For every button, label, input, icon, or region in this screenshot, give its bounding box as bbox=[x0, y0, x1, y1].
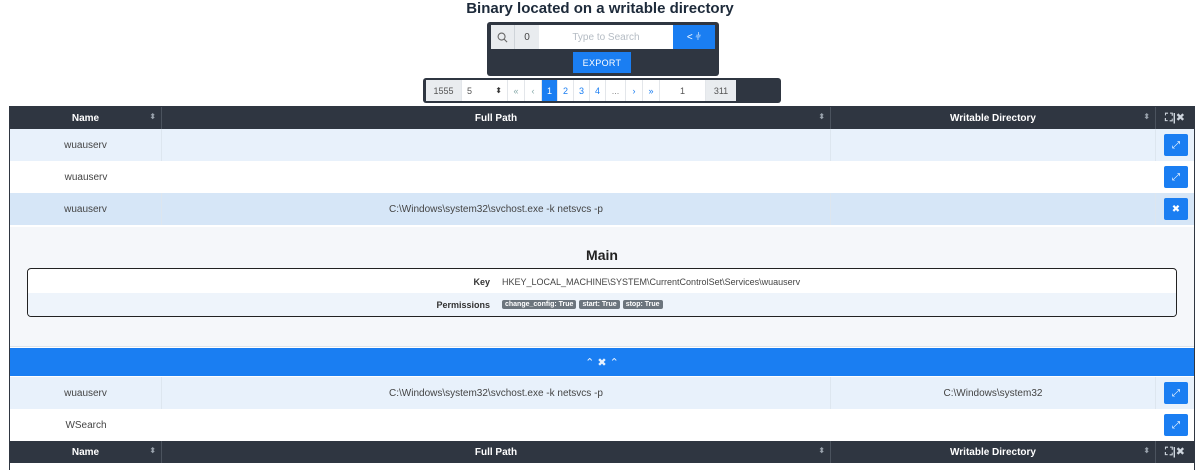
expand-row-button[interactable]: ⤢ bbox=[1164, 414, 1188, 436]
cell-full-path bbox=[162, 161, 831, 193]
cell-writable-directory bbox=[831, 161, 1156, 193]
detail-key-value: HKEY_LOCAL_MACHINE\SYSTEM\CurrentControl… bbox=[502, 276, 801, 287]
column-header-full-path[interactable]: Full Path ⬍ bbox=[162, 107, 831, 129]
permissions-badges: change_config: True start: True stop: Tr… bbox=[502, 300, 1176, 309]
search-row: 0 < ⫩ bbox=[491, 25, 715, 49]
page-ellipsis: ... bbox=[606, 80, 626, 101]
last-page-button[interactable]: » bbox=[643, 80, 660, 101]
permission-badge: change_config: True bbox=[502, 300, 577, 309]
search-input[interactable] bbox=[539, 25, 673, 49]
sort-icon[interactable]: ⬍ bbox=[1143, 112, 1150, 121]
cell-writable-directory bbox=[831, 129, 1156, 161]
detail-key-label: Key bbox=[473, 276, 490, 287]
cell-writable-directory bbox=[831, 193, 1156, 225]
column-label-name: Name bbox=[71, 446, 100, 458]
export-button[interactable]: EXPORT bbox=[573, 52, 631, 73]
column-header-writable-directory[interactable]: Writable Directory ⬍ bbox=[831, 107, 1156, 129]
expand-all-icon[interactable]: ⛶|✖ bbox=[1156, 441, 1194, 463]
detail-permissions-label: Permissions bbox=[436, 299, 490, 310]
page-button-2[interactable]: 2 bbox=[558, 80, 574, 101]
column-label-full-path: Full Path bbox=[474, 112, 518, 124]
expand-icon: ⤢ bbox=[1172, 139, 1180, 151]
collapse-row-button[interactable]: ✖ bbox=[1164, 198, 1188, 220]
total-count: 1555 bbox=[426, 80, 462, 101]
table-row-expanded[interactable]: wuauserv C:\Windows\system32\svchost.exe… bbox=[10, 193, 1194, 225]
sort-icon[interactable]: ⬍ bbox=[818, 446, 825, 455]
prev-page-button[interactable]: ‹ bbox=[525, 80, 542, 101]
cell-writable-directory bbox=[831, 409, 1156, 441]
table-row[interactable]: wuauserv ⤢ bbox=[10, 129, 1194, 161]
results-table: Name ⬍ Full Path ⬍ Writable Directory ⬍ … bbox=[9, 106, 1195, 470]
page-size-value: 5 bbox=[467, 85, 473, 96]
page-button-1[interactable]: 1 bbox=[542, 80, 558, 101]
cell-full-path: C:\Windows\system32\svchost.exe -k netsv… bbox=[162, 377, 831, 409]
cell-full-path bbox=[162, 409, 831, 441]
next-page-button[interactable]: › bbox=[626, 80, 643, 101]
page-size-select[interactable]: 5 ⬍ bbox=[462, 80, 508, 101]
search-result-count: 0 bbox=[515, 25, 539, 49]
sort-icon[interactable]: ⬍ bbox=[149, 446, 156, 455]
column-label-name: Name bbox=[71, 112, 100, 124]
sort-icon[interactable]: ⬍ bbox=[1143, 446, 1150, 455]
permission-badge: start: True bbox=[579, 300, 620, 309]
table-row[interactable]: WSearch ⤢ bbox=[10, 409, 1194, 441]
filter-toggle-button[interactable]: < ⫩ bbox=[673, 25, 715, 49]
cell-full-path bbox=[162, 129, 831, 161]
table-header: Name ⬍ Full Path ⬍ Writable Directory ⬍ … bbox=[10, 107, 1194, 129]
page-title: Binary located on a writable directory bbox=[466, 0, 734, 17]
column-label-writable-directory: Writable Directory bbox=[950, 446, 1036, 458]
filter-icon: < ⫩ bbox=[686, 31, 702, 43]
expand-row-button[interactable]: ⤢ bbox=[1164, 166, 1188, 188]
select-arrows-icon: ⬍ bbox=[495, 86, 502, 95]
expand-icon: ⤢ bbox=[1172, 387, 1180, 399]
cell-name: wuauserv bbox=[10, 129, 162, 161]
permission-badge: stop: True bbox=[622, 300, 663, 309]
page-count: 311 bbox=[706, 80, 736, 101]
collapse-icon: ✖ bbox=[1171, 203, 1181, 215]
table-row[interactable]: wuauserv ⤢ bbox=[10, 161, 1194, 193]
expand-icon: ⤢ bbox=[1172, 171, 1180, 183]
sort-icon[interactable]: ⬍ bbox=[818, 112, 825, 121]
column-label-full-path: Full Path bbox=[474, 446, 518, 458]
collapse-detail-bar[interactable]: ⌃ ✖ ⌃ bbox=[10, 348, 1194, 376]
column-label-writable-directory: Writable Directory bbox=[950, 112, 1036, 124]
page-button-4[interactable]: 4 bbox=[590, 80, 606, 101]
expand-row-button[interactable]: ⤢ bbox=[1164, 134, 1188, 156]
expand-icon: ⤢ bbox=[1172, 419, 1180, 431]
column-header-name[interactable]: Name ⬍ bbox=[10, 107, 162, 129]
footer-column-full-path[interactable]: Full Path ⬍ bbox=[162, 441, 831, 463]
expand-all-icon[interactable]: ⛶|✖ bbox=[1156, 107, 1194, 129]
expand-row-button[interactable]: ⤢ bbox=[1164, 382, 1188, 404]
goto-page-input[interactable]: 1 bbox=[660, 80, 706, 101]
first-page-button[interactable]: « bbox=[508, 80, 525, 101]
sort-icon[interactable]: ⬍ bbox=[149, 112, 156, 121]
cell-name: WSearch bbox=[65, 419, 107, 431]
detail-row-key: Key HKEY_LOCAL_MACHINE\SYSTEM\CurrentCon… bbox=[28, 270, 1176, 293]
search-icon bbox=[491, 25, 515, 49]
detail-table: Key HKEY_LOCAL_MACHINE\SYSTEM\CurrentCon… bbox=[27, 268, 1177, 317]
detail-row-permissions: Permissions change_config: True start: T… bbox=[28, 293, 1176, 316]
cell-writable-directory: C:\Windows\system32 bbox=[831, 377, 1156, 409]
cell-name: wuauserv bbox=[10, 377, 162, 409]
cell-name: wuauserv bbox=[10, 193, 162, 225]
row-detail-panel: Main Key HKEY_LOCAL_MACHINE\SYSTEM\Curre… bbox=[10, 227, 1194, 347]
table-footer-header: Name ⬍ Full Path ⬍ Writable Directory ⬍ … bbox=[10, 441, 1194, 463]
cell-name: wuauserv bbox=[64, 171, 108, 183]
pagination-bar: 1555 5 ⬍ « ‹ 1 2 3 4 ... › » 1 311 bbox=[423, 78, 781, 103]
search-panel: 0 < ⫩ EXPORT bbox=[487, 22, 719, 76]
detail-heading: Main bbox=[586, 247, 618, 263]
cell-full-path: C:\Windows\system32\svchost.exe -k netsv… bbox=[162, 193, 831, 225]
footer-column-writable-directory[interactable]: Writable Directory ⬍ bbox=[831, 441, 1156, 463]
page-button-3[interactable]: 3 bbox=[574, 80, 590, 101]
table-row[interactable]: wuauserv C:\Windows\system32\svchost.exe… bbox=[10, 377, 1194, 409]
footer-column-name[interactable]: Name ⬍ bbox=[10, 441, 162, 463]
